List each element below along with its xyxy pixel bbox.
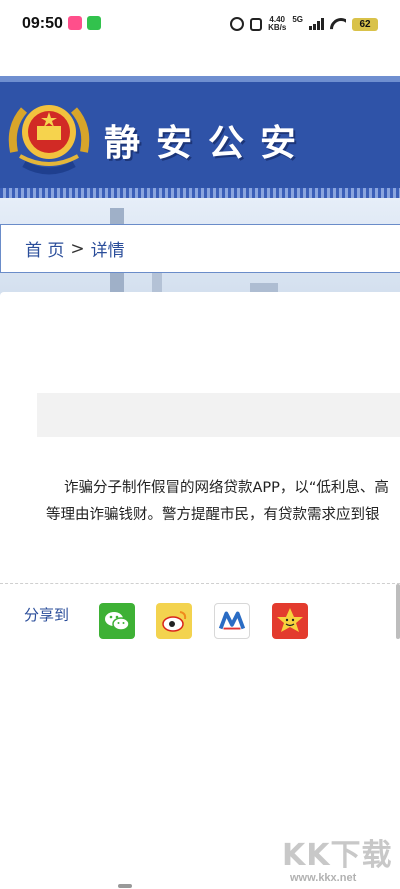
site-header: 静安公安 xyxy=(0,76,400,198)
alarm-icon xyxy=(230,17,245,31)
share-weibo-button[interactable] xyxy=(156,603,192,639)
breadcrumb-current: 详情 xyxy=(90,241,125,261)
article-title-area xyxy=(37,393,400,437)
weibo-icon xyxy=(162,611,187,632)
status-bar: 09:50 4.40 KB/s 5G 62 xyxy=(0,0,400,50)
share-wechat-button[interactable] xyxy=(99,603,135,639)
status-indicators: 4.40 KB/s 5G 62 xyxy=(230,14,378,34)
share-renren-button[interactable] xyxy=(214,603,250,639)
article-body: 诈骗分子制作假冒的网络贷款APP，以“低利息、高 等理由诈骗钱财。警方提醒市民，… xyxy=(46,475,400,529)
watermark-logo: KK下载 xyxy=(282,838,393,873)
renren-icon xyxy=(218,611,246,630)
wifi-icon xyxy=(330,18,346,30)
watermark-url: www.kkx.net xyxy=(290,872,357,884)
police-emblem-logo xyxy=(8,105,90,175)
status-time: 09:50 xyxy=(22,15,63,32)
home-indicator[interactable] xyxy=(118,884,132,888)
battery-icon: 62 xyxy=(352,17,378,31)
notification-app-icon xyxy=(87,16,101,30)
signal-icon xyxy=(309,18,324,30)
network-type: 5G xyxy=(292,14,303,24)
article-line: 诈骗分子制作假冒的网络贷款APP，以“低利息、高 xyxy=(64,480,389,496)
qzone-icon xyxy=(277,608,303,632)
article-line: 等理由诈骗钱财。警方提醒市民，有贷款需求应到银 xyxy=(46,507,380,523)
wechat-icon xyxy=(105,612,130,631)
share-qzone-button[interactable] xyxy=(272,603,308,639)
share-label: 分享到 xyxy=(24,606,70,624)
article-card: 诈骗分子制作假冒的网络贷款APP，以“低利息、高 等理由诈骗钱财。警方提醒市民，… xyxy=(0,292,400,889)
notification-app-icon xyxy=(68,16,82,30)
net-speed: 4.40 KB/s xyxy=(268,15,287,32)
site-title: 静安公安 xyxy=(104,122,313,164)
divider xyxy=(0,583,400,584)
mute-icon xyxy=(250,17,263,31)
breadcrumb-separator: > xyxy=(70,238,85,259)
scrollbar[interactable] xyxy=(396,584,400,639)
breadcrumb-home-link[interactable]: 首 页 xyxy=(25,236,64,261)
breadcrumb: 首 页 > 详情 xyxy=(0,224,400,273)
